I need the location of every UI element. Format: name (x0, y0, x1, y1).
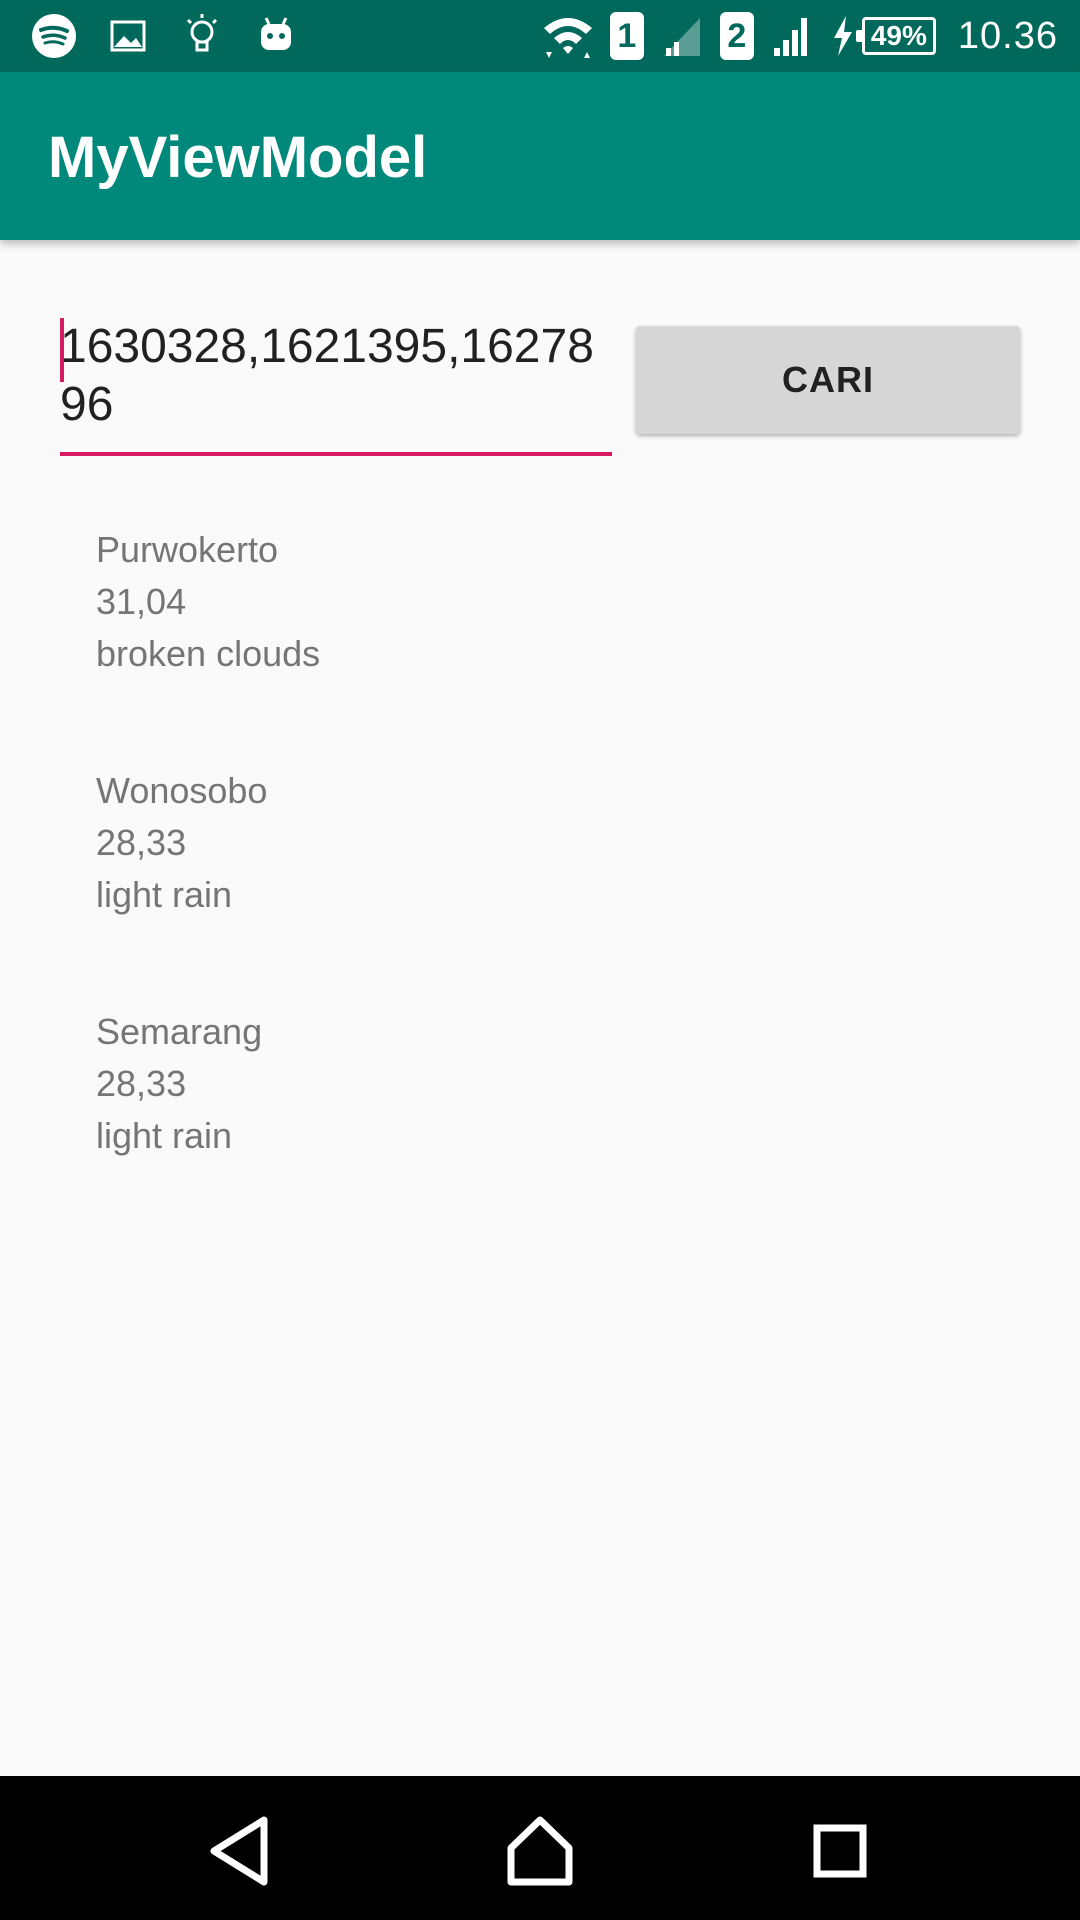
image-icon (110, 20, 146, 52)
clock: 10.36 (957, 14, 1058, 57)
battery-indicator: 49% (830, 14, 936, 58)
battery-percent: 49% (855, 17, 936, 55)
city-name: Wonosobo (96, 770, 268, 811)
city-weather-description: light rain (96, 874, 233, 915)
sim1-icon: 1 (609, 12, 644, 60)
sim2-icon: 2 (719, 12, 754, 60)
spotify-icon (32, 14, 76, 58)
lightbulb-icon (186, 14, 218, 52)
city-id-input[interactable]: 1630328,1621395,1627896 (60, 318, 612, 456)
recents-icon[interactable] (795, 1806, 885, 1896)
city-temperature: 28,33 (96, 822, 187, 863)
wifi-icon (543, 18, 592, 58)
city-name: Semarang (96, 1011, 263, 1052)
city-weather-description: light rain (96, 1115, 233, 1156)
search-button[interactable]: CARI (636, 326, 1020, 434)
text-cursor (60, 318, 64, 382)
app-bar: MyViewModel (0, 72, 1080, 240)
list-item[interactable]: Purwokerto 31,04 broken clouds (96, 524, 320, 680)
city-temperature: 31,04 (96, 581, 187, 622)
signal-icon (773, 18, 807, 56)
list-item[interactable]: Wonosobo 28,33 light rain (96, 765, 320, 921)
city-name: Purwokerto (96, 529, 279, 570)
city-weather-description: broken clouds (96, 633, 321, 674)
home-icon[interactable] (495, 1806, 585, 1896)
charging-icon (833, 16, 852, 56)
signal-weak-icon (663, 18, 700, 56)
navigation-bar (0, 1776, 1080, 1920)
city-id-input-value: 1630328,1621395,1627896 (60, 320, 594, 431)
city-temperature: 28,33 (96, 1063, 187, 1104)
status-bar: 1 2 49% 10.36 (0, 0, 1080, 72)
android-icon (261, 17, 291, 50)
back-icon[interactable] (196, 1806, 286, 1896)
page-title: MyViewModel (48, 125, 428, 190)
weather-list: Purwokerto 31,04 broken clouds Wonosobo … (96, 524, 320, 1247)
list-item[interactable]: Semarang 28,33 light rain (96, 1006, 320, 1162)
